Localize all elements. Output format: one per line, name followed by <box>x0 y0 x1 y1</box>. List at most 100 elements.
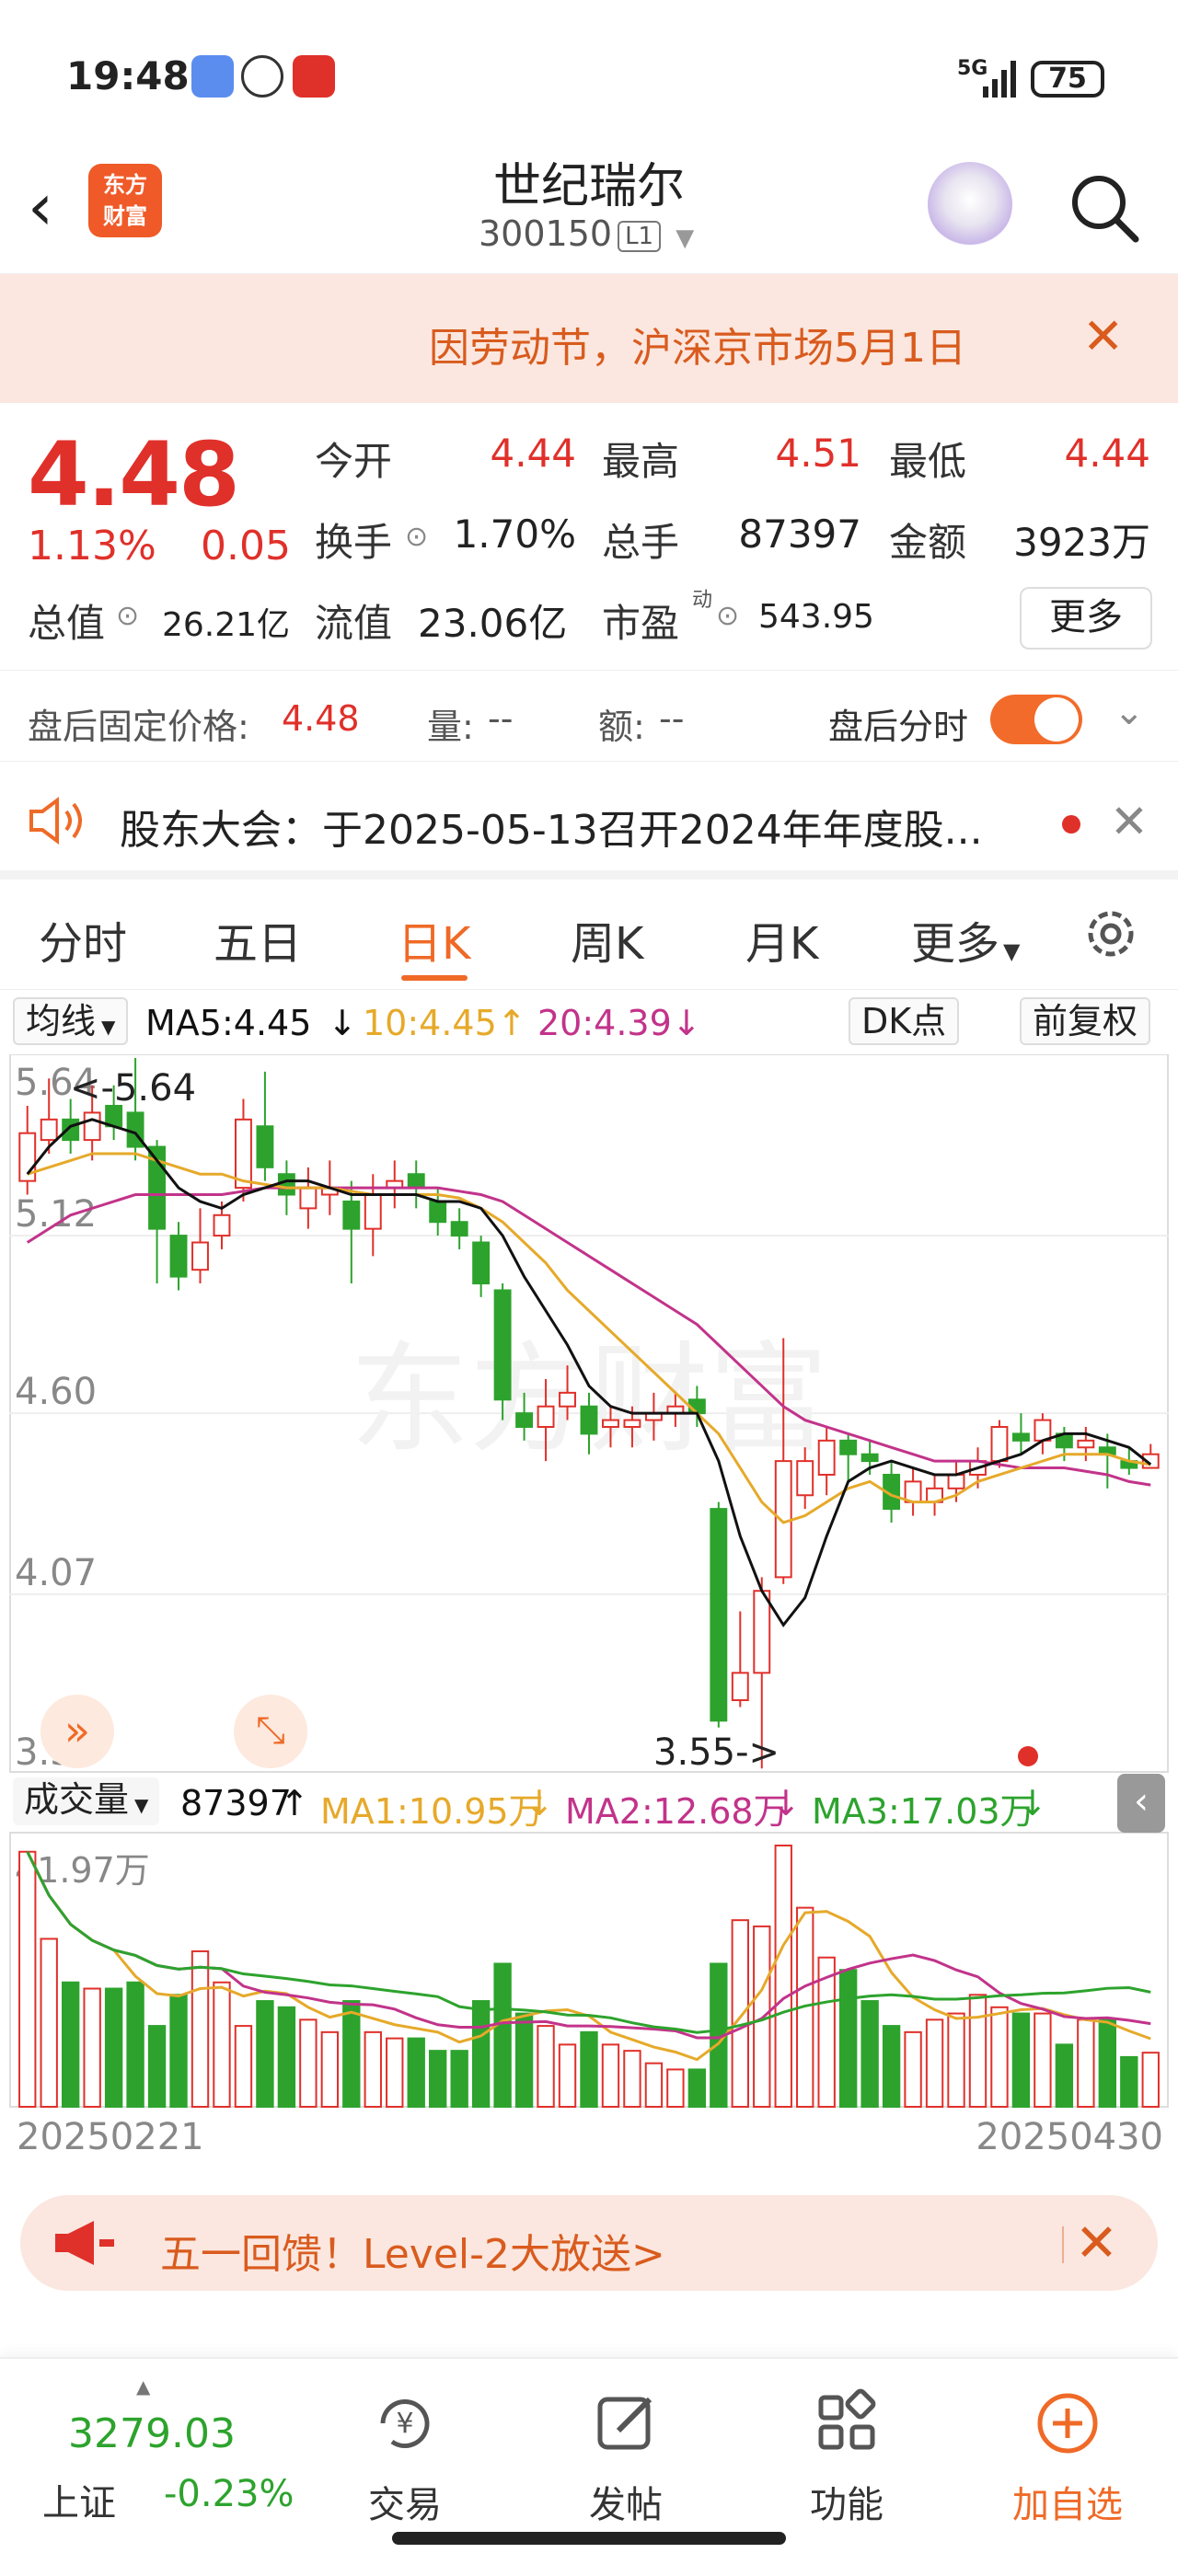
y-tick-label: 5.12 <box>15 1193 97 1236</box>
volume-bar <box>687 2068 707 2109</box>
close-icon[interactable]: ✕ <box>1075 2214 1118 2273</box>
down-arrow-icon: ↓ <box>328 1003 357 1043</box>
high-label: 最高 <box>602 439 680 484</box>
volume-bar <box>277 2006 296 2109</box>
volume-bar <box>947 2012 965 2108</box>
holiday-notice[interactable]: 因劳动节，沪深京市场5月1日 ✕ <box>0 274 1178 403</box>
down-arrow-icon: ↓ <box>771 1783 801 1823</box>
nav-add-watchlist[interactable]: 加自选 <box>994 2386 1141 2528</box>
tab-more-label: 更多 <box>911 918 1000 970</box>
fullscreen-button[interactable]: ⤡ <box>234 1695 307 1768</box>
index-name: 上证 <box>42 2482 116 2524</box>
expand-indicators-button[interactable]: » <box>40 1695 114 1768</box>
nav-functions[interactable]: 功能 <box>773 2386 920 2528</box>
mcap-label: 总值 <box>28 601 106 646</box>
tab-monthly-k[interactable]: 月K <box>745 907 818 972</box>
ma20-value: 20:4.39 <box>537 1003 672 1043</box>
candle-body <box>40 1118 58 1142</box>
candle-body <box>407 1173 425 1190</box>
nav-trade[interactable]: ¥ 交易 <box>331 2386 479 2528</box>
event-dot[interactable] <box>1018 1746 1038 1766</box>
volume-bar <box>169 1994 188 2108</box>
up-arrow-icon: ↑ <box>497 1003 526 1043</box>
volume-bar <box>320 2030 340 2109</box>
promo-banner[interactable]: 五一回馈！Level-2大放送> ✕ <box>20 2195 1158 2291</box>
index-value: 3279.03 <box>68 2410 236 2457</box>
volume-bar <box>407 2037 425 2108</box>
candle-body <box>299 1187 318 1210</box>
volume-bar <box>1141 2052 1160 2108</box>
candle-body <box>947 1473 965 1489</box>
pe-superscript: 动 <box>692 589 713 612</box>
high-value: 4.51 <box>775 431 861 476</box>
red-app-icon <box>293 55 335 98</box>
message-app-icon <box>191 55 234 98</box>
start-date-label: 20250221 <box>17 2116 204 2158</box>
dk-points-button[interactable]: DK点 <box>849 997 960 1045</box>
more-button[interactable]: 更多 <box>1020 587 1152 650</box>
open-label: 今开 <box>315 439 393 484</box>
volume-bar <box>471 2000 491 2108</box>
info-icon[interactable]: ⊙ <box>116 600 139 632</box>
volume-bar <box>968 1994 987 2108</box>
down-arrow-icon: ↓ <box>525 1783 554 1823</box>
low-value: 4.44 <box>1064 431 1150 476</box>
info-icon[interactable]: ⊙ <box>405 521 428 553</box>
candle-body <box>235 1118 252 1190</box>
volume-bar <box>1077 2018 1095 2109</box>
volume-indicator-select[interactable]: 成交量 ▼ <box>13 1777 160 1825</box>
meeting-banner[interactable]: 股东大会：于2025-05-13召开2024年年度股... ✕ <box>0 762 1178 880</box>
after-price-label: 盘后固定价格: <box>28 707 249 747</box>
search-icon[interactable] <box>1068 171 1141 245</box>
candle-body <box>191 1241 209 1271</box>
volume-bar <box>1034 2012 1052 2108</box>
promo-text: 五一回馈！Level-2大放送> <box>160 2231 665 2278</box>
ai-assistant-icon[interactable] <box>928 162 1012 247</box>
tab-daily-k[interactable]: 日K <box>398 907 470 972</box>
down-arrow-icon: ↓ <box>672 1003 701 1043</box>
volume-bar <box>925 2018 944 2109</box>
volume-bar <box>450 2050 468 2108</box>
candle-body <box>731 1672 749 1702</box>
volume-value: 87397 <box>180 1783 292 1823</box>
candle-body <box>796 1460 814 1497</box>
close-icon[interactable]: ✕ <box>1082 307 1124 365</box>
home-indicator <box>392 2532 786 2545</box>
adjust-mode-button[interactable]: 前复权 <box>1020 997 1151 1045</box>
dropdown-triangle-icon: ▼ <box>134 1794 149 1816</box>
up-arrow-icon: ↑ <box>280 1783 309 1823</box>
volume-select-label: 成交量 <box>24 1779 130 1820</box>
nav-post[interactable]: 发帖 <box>552 2386 699 2528</box>
volume-bar <box>644 2062 664 2108</box>
current-price: 4.48 <box>28 423 240 526</box>
close-icon[interactable]: ✕ <box>1110 795 1149 848</box>
add-circle-icon <box>1037 2393 1098 2454</box>
candlestick-chart[interactable]: 5.645.124.604.073.55东方财富<-5.643.55->41.9… <box>9 1054 1169 2177</box>
open-value: 4.44 <box>490 431 576 476</box>
tab-intraday[interactable]: 分时 <box>39 907 127 972</box>
volume-bar <box>1120 2055 1138 2109</box>
vol-ma3: MA3:17.03万 <box>812 1791 1035 1832</box>
tab-weekly-k[interactable]: 周K <box>571 907 643 972</box>
amount-label: 金额 <box>889 520 967 565</box>
gear-icon[interactable] <box>1082 905 1139 962</box>
indicator-select[interactable]: 均线 ▼ <box>13 997 129 1045</box>
ma-legend-bar: 均线 ▼ MA5:4.45 ↓ 10:4.45 ↑ 20:4.39 ↓ DK点 前… <box>0 990 1178 1054</box>
volume-bar <box>580 2030 598 2109</box>
volume-bar <box>882 2025 901 2108</box>
volume-bar <box>1011 2012 1031 2108</box>
tab-five-day[interactable]: 五日 <box>214 907 302 972</box>
stock-code-row[interactable]: 300150 L1 ▼ <box>479 213 694 254</box>
low-label: 最低 <box>889 439 967 484</box>
candle-body <box>472 1241 491 1285</box>
nav-trade-label: 交易 <box>368 2484 442 2526</box>
chevron-down-icon[interactable]: ⌄ <box>1114 691 1145 733</box>
index-quote[interactable]: ▲ 3279.03 上证 -0.23% <box>28 2375 322 2543</box>
after-hours-toggle[interactable] <box>990 695 1082 744</box>
chevron-left-icon[interactable]: ‹ <box>1117 1774 1165 1833</box>
chart-tabs: 分时 五日 日K 周K 月K 更多 ▼ <box>0 880 1178 990</box>
info-icon[interactable]: ⊙ <box>716 600 739 632</box>
after-vol-label: 量: <box>427 707 474 747</box>
edit-icon <box>597 2397 653 2450</box>
tab-more[interactable]: 更多 ▼ <box>911 907 1020 972</box>
